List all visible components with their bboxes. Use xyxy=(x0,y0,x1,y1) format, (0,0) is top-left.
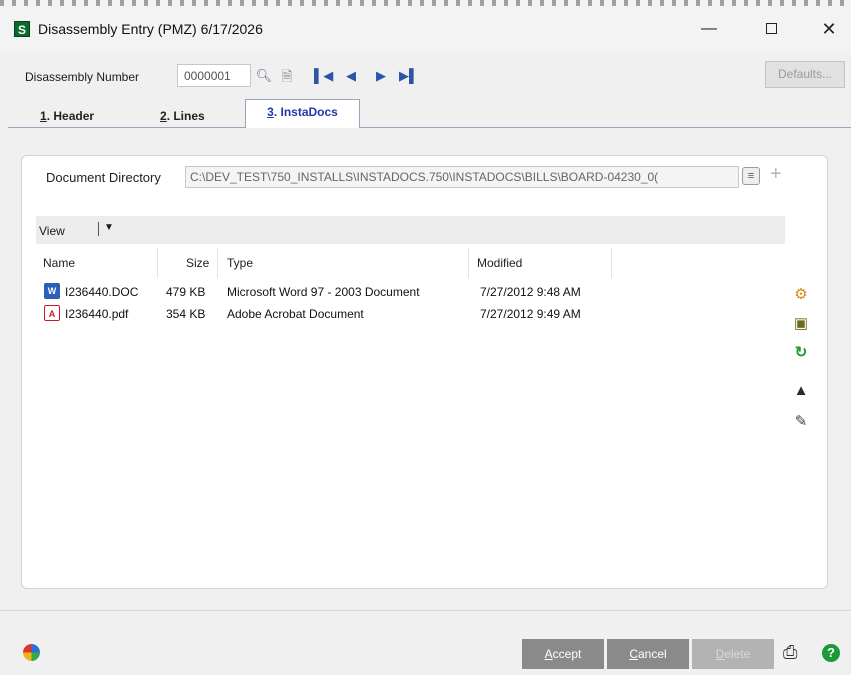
tab-instadocs[interactable]: 3. InstaDocs xyxy=(245,99,360,128)
search-icon[interactable]: 🔍︎ xyxy=(255,67,273,85)
file-modified: 7/27/2012 9:48 AM xyxy=(480,285,581,299)
tab-header[interactable]: 1. Header xyxy=(40,109,94,123)
column-separator xyxy=(217,248,218,278)
maximize-icon xyxy=(765,23,777,35)
column-separator xyxy=(157,248,158,278)
title-bar-pattern xyxy=(0,0,851,6)
column-separator xyxy=(468,248,469,278)
word-document-icon: W xyxy=(44,283,60,299)
column-header-modified[interactable]: Modified xyxy=(477,256,522,270)
binoculars-icon[interactable]: ▣ xyxy=(791,314,811,334)
file-type: Adobe Acrobat Document xyxy=(227,307,364,321)
file-size: 479 KB xyxy=(166,285,206,299)
cancel-hotkey: C xyxy=(629,647,638,661)
document-directory-input[interactable]: C:\DEV_TEST\750_INSTALLS\INSTADOCS.750\I… xyxy=(185,166,739,188)
column-separator xyxy=(611,248,612,278)
browse-folder-icon[interactable]: ≡ xyxy=(742,167,760,185)
disassembly-entry-window: S Disassembly Entry (PMZ) 6/17/2026 — ✕ … xyxy=(0,0,851,675)
edit-icon[interactable]: ✎ xyxy=(791,412,811,432)
delete-label: elete xyxy=(724,647,751,661)
chevron-down-icon[interactable]: ▼ xyxy=(104,222,114,233)
window-title: Disassembly Entry (PMZ) 6/17/2026 xyxy=(38,21,263,37)
accept-button[interactable]: Accept xyxy=(522,639,604,669)
pdf-document-icon: A xyxy=(44,305,60,321)
file-list-toolbar xyxy=(36,216,785,244)
column-header-name[interactable]: Name xyxy=(43,256,75,270)
file-name: I236440.DOC xyxy=(65,285,139,299)
lookup-icon[interactable]: 🗎 xyxy=(277,67,297,85)
accept-label: ccept xyxy=(552,647,582,661)
view-menu-label[interactable]: View xyxy=(39,224,65,238)
tab-instadocs-hotkey: 3 xyxy=(267,105,274,119)
accept-hotkey: A xyxy=(544,647,553,661)
disassembly-number-label: Disassembly Number xyxy=(25,70,140,84)
file-modified: 7/27/2012 9:49 AM xyxy=(480,307,581,321)
folder-upload-icon[interactable]: ▲ xyxy=(791,381,811,401)
wizard-gear-icon[interactable]: ⚙ xyxy=(791,285,811,305)
document-directory-label: Document Directory xyxy=(46,170,161,185)
last-record-icon[interactable]: ▶▌ xyxy=(399,67,418,85)
next-record-icon[interactable]: ▶ xyxy=(374,67,388,85)
tab-strip-baseline xyxy=(8,127,851,128)
printer-icon[interactable]: ⎙ xyxy=(783,642,797,663)
previous-record-icon[interactable]: ◀ xyxy=(344,67,358,85)
column-header-type[interactable]: Type xyxy=(227,256,253,270)
delete-button[interactable]: Delete xyxy=(692,639,774,669)
help-icon[interactable]: ? xyxy=(822,644,840,662)
maximize-button[interactable] xyxy=(748,15,794,43)
file-size: 354 KB xyxy=(166,307,206,321)
column-header-size[interactable]: Size xyxy=(186,256,209,270)
cancel-label: ancel xyxy=(637,647,667,661)
tab-header-label: . Header xyxy=(46,109,95,123)
bottom-separator xyxy=(0,610,851,611)
globe-help-icon[interactable] xyxy=(23,644,40,661)
tab-header-hotkey: 1 xyxy=(40,109,47,123)
first-record-icon[interactable]: ▌◀ xyxy=(314,67,333,85)
tab-instadocs-label: . InstaDocs xyxy=(273,105,338,119)
view-menu-separator xyxy=(98,222,99,236)
refresh-icon[interactable]: ↻ xyxy=(791,343,811,363)
defaults-button[interactable]: Defaults... xyxy=(765,61,845,88)
disassembly-number-input[interactable]: 0000001 xyxy=(177,64,251,87)
tab-lines-label: . Lines xyxy=(166,109,205,123)
title-bar[interactable]: S Disassembly Entry (PMZ) 6/17/2026 — ✕ xyxy=(0,0,851,50)
add-directory-icon[interactable]: + xyxy=(770,163,782,186)
minimize-button[interactable]: — xyxy=(686,15,732,43)
tab-lines[interactable]: 2. Lines xyxy=(160,109,205,123)
file-type: Microsoft Word 97 - 2003 Document xyxy=(227,285,420,299)
delete-hotkey: D xyxy=(715,647,725,661)
close-button[interactable]: ✕ xyxy=(806,15,851,43)
sage-app-icon: S xyxy=(14,21,30,37)
cancel-button[interactable]: Cancel xyxy=(607,639,689,669)
tab-lines-hotkey: 2 xyxy=(160,109,167,123)
file-name: I236440.pdf xyxy=(65,307,129,321)
